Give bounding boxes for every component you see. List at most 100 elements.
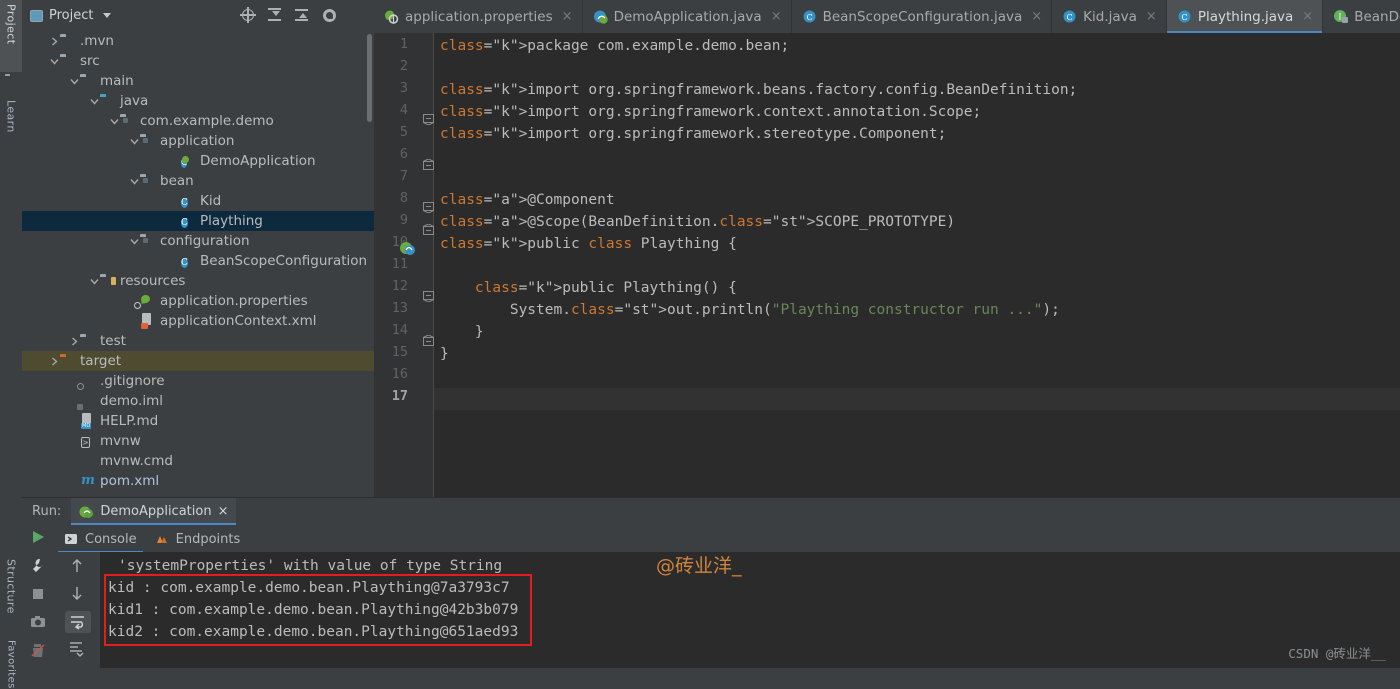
class-icon: C	[1062, 9, 1077, 24]
tree-item-demoapplication[interactable]: C DemoApplication	[22, 151, 374, 171]
rerun-icon[interactable]	[30, 642, 48, 660]
properties-file-icon	[140, 293, 156, 309]
run-config-tab[interactable]: DemoApplication ×	[71, 498, 237, 525]
fold-icon-open-12[interactable]	[423, 291, 434, 302]
tree-item-target[interactable]: target	[22, 351, 374, 371]
tree-item-label: .mvn	[80, 33, 114, 49]
rail-tab-favorites[interactable]: Favorites	[0, 636, 22, 689]
code-editor[interactable]: 1 2 3 4 5 6 7 8 9 10 11 12 13 14 15 16 17 clas	[374, 33, 1400, 497]
wrench-icon[interactable]	[30, 557, 48, 575]
arrow-up-icon[interactable]	[68, 557, 88, 577]
tree-item-help-md[interactable]: HELP.md	[22, 411, 374, 431]
tree-item-label: resources	[120, 273, 186, 289]
package-icon	[140, 233, 156, 249]
chevron-down-icon[interactable]	[128, 131, 140, 151]
gear-icon[interactable]	[322, 8, 337, 23]
rail-tab-favorites-label: Favorites	[5, 640, 17, 689]
editor-tab-bar[interactable]: application.properties × DemoApplication.j…	[374, 0, 1400, 33]
fold-icon-open-3[interactable]	[423, 114, 434, 125]
fold-icon-close-5[interactable]	[423, 159, 434, 170]
close-icon[interactable]: ×	[1146, 9, 1157, 24]
tree-item-configuration[interactable]: configuration	[22, 231, 374, 251]
project-tree[interactable]: .mvn src main java com.example.demo applicati…	[22, 31, 374, 497]
tree-item-plaything[interactable]: C Plaything	[22, 211, 374, 231]
soft-wrap-icon[interactable]	[65, 611, 91, 633]
tree-item-src[interactable]: src	[22, 51, 374, 71]
tree-item-applicationcontext-xml[interactable]: applicationContext.xml	[22, 311, 374, 331]
properties-icon	[384, 9, 399, 24]
rail-tab-learn[interactable]: Learn	[0, 96, 22, 158]
expand-all-icon[interactable]	[268, 8, 283, 23]
chevron-down-icon[interactable]	[128, 231, 140, 251]
fold-icon-close-14[interactable]	[423, 335, 434, 346]
chevron-right-icon[interactable]	[48, 31, 60, 51]
run-label: Run:	[32, 504, 62, 519]
arrow-down-icon[interactable]	[68, 584, 88, 604]
tree-item-label: configuration	[160, 233, 250, 249]
tree-item-main[interactable]: main	[22, 71, 374, 91]
editor-tab-kid-java[interactable]: C Kid.java ×	[1052, 0, 1167, 33]
tree-item-label: bean	[160, 173, 194, 189]
close-icon[interactable]: ×	[771, 9, 782, 24]
code-line: }	[440, 324, 484, 340]
tree-item-resources[interactable]: resources	[22, 271, 374, 291]
rail-tab-project[interactable]: Project	[0, 0, 22, 72]
chevron-down-icon[interactable]	[108, 111, 120, 131]
tree-item-com-example-demo[interactable]: com.example.demo	[22, 111, 374, 131]
console-output[interactable]: 'systemProperties' with value of type St…	[100, 552, 1400, 668]
chevron-right-icon[interactable]	[68, 331, 80, 351]
chevron-down-icon[interactable]	[68, 71, 80, 91]
project-title-button[interactable]: Project	[30, 8, 112, 23]
stop-icon[interactable]	[30, 586, 48, 604]
locate-icon[interactable]	[240, 7, 256, 23]
tree-item-pom-xml[interactable]: m pom.xml	[22, 471, 374, 491]
tree-item-bean[interactable]: bean	[22, 171, 374, 191]
tab-console[interactable]: Console	[58, 525, 149, 553]
minimize-icon[interactable]	[349, 8, 364, 23]
tree-item-mvnw[interactable]: > mvnw	[22, 431, 374, 451]
tree-item-demo-iml[interactable]: demo.iml	[22, 391, 374, 411]
spring-bean-gutter-icon[interactable]	[400, 241, 415, 256]
tree-item-mvn[interactable]: .mvn	[22, 31, 374, 51]
tab-endpoints[interactable]: Endpoints	[149, 525, 253, 553]
rail-tab-structure[interactable]: Structure	[0, 555, 22, 631]
editor-tab-plaything-java[interactable]: C Plaything.java ×	[1166, 0, 1324, 33]
tree-item-label: test	[100, 333, 126, 349]
code-line: class="a">@Component	[440, 192, 615, 208]
collapse-all-icon[interactable]	[295, 8, 310, 23]
close-icon[interactable]: ×	[562, 9, 573, 24]
editor-gutter[interactable]: 1 2 3 4 5 6 7 8 9 10 11 12 13 14 15 16 17	[374, 33, 434, 497]
tree-item-java[interactable]: java	[22, 91, 374, 111]
chevron-down-icon[interactable]	[88, 271, 100, 291]
run-icon[interactable]	[30, 529, 48, 547]
tree-item-kid[interactable]: C Kid	[22, 191, 374, 211]
folder-icon	[60, 33, 76, 49]
tree-item-test[interactable]: test	[22, 331, 374, 351]
tree-item-beanscopeconfiguration[interactable]: C BeanScopeConfiguration	[22, 251, 374, 271]
scroll-to-end-icon[interactable]	[68, 640, 88, 660]
tree-item-label: DemoApplication	[200, 153, 316, 169]
editor-tab-beandefinitioncustomizer-class[interactable]: IBeanDefinitionCustomizer.class×	[1323, 0, 1400, 33]
chevron-down-icon[interactable]	[48, 51, 60, 71]
fold-icon-open-8[interactable]	[423, 202, 434, 213]
code-content[interactable]: class="k">package com.example.demo.bean;…	[434, 33, 1400, 497]
fold-icon-close-9[interactable]	[423, 224, 434, 235]
editor-tab-beanscopeconfiguration-java[interactable]: C BeanScopeConfiguration.java ×	[792, 0, 1053, 33]
tree-item-gitignore[interactable]: .gitignore	[22, 371, 374, 391]
tree-item-application-properties[interactable]: application.properties	[22, 291, 374, 311]
chevron-down-icon[interactable]	[128, 171, 140, 191]
corner-watermark: CSDN @砖业洋__	[1288, 646, 1386, 661]
editor-tab-demoapplication-java[interactable]: DemoApplication.java ×	[583, 0, 792, 33]
line-number: 15	[391, 344, 408, 360]
close-icon[interactable]: ×	[1031, 9, 1042, 24]
editor-tab-application-properties[interactable]: application.properties ×	[374, 0, 583, 33]
chevron-down-icon[interactable]	[88, 91, 100, 111]
chevron-right-icon[interactable]	[48, 351, 60, 371]
camera-icon[interactable]	[30, 614, 48, 632]
tree-item-application[interactable]: application	[22, 131, 374, 151]
close-icon[interactable]: ×	[1302, 9, 1313, 24]
run-subtab-bar: Console Endpoints	[22, 525, 1400, 553]
close-icon[interactable]: ×	[218, 504, 229, 519]
tree-item-mvnw-cmd[interactable]: mvnw.cmd	[22, 451, 374, 471]
